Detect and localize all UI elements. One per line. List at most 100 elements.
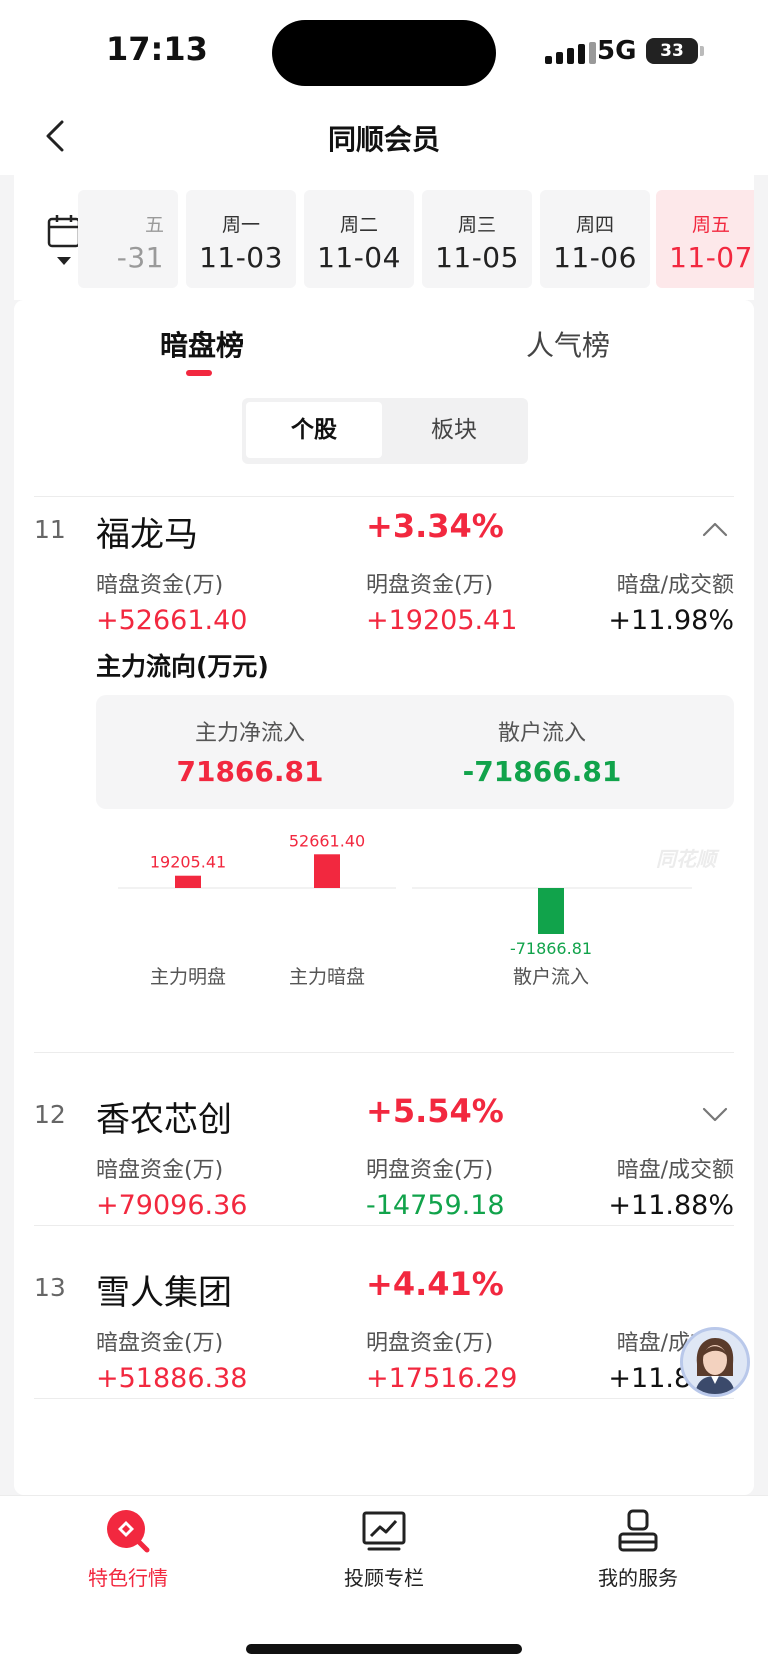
chart-column-icon bbox=[362, 1511, 406, 1551]
stock-name: 香农芯创 bbox=[96, 1100, 232, 1140]
date-item-1107[interactable]: 周五 11-07 bbox=[656, 190, 754, 288]
stock-rank: 12 bbox=[34, 1100, 66, 1129]
user-service-icon bbox=[618, 1509, 658, 1552]
main-net-label: 主力净流入 bbox=[194, 721, 305, 746]
divider bbox=[34, 1052, 734, 1053]
retail-inflow: 散户流入 -71866.81 bbox=[392, 715, 692, 788]
ranking-card: 暗盘榜 人气榜 个股 板块 11 福龙马 +3.34% 暗盘资金(万) 明盘资金… bbox=[14, 300, 754, 1495]
tab-label: 投顾专栏 bbox=[344, 1566, 424, 1590]
date-weekday: 五 bbox=[144, 214, 164, 236]
main-net-inflow: 主力净流入 71866.81 bbox=[100, 715, 400, 788]
tab-popularity[interactable]: 人气榜 bbox=[526, 324, 610, 364]
date-weekday: 周一 bbox=[221, 214, 260, 236]
stock-change: +3.34% bbox=[366, 507, 504, 545]
signal-icon bbox=[545, 42, 596, 64]
lit-pool-value: +19205.41 bbox=[366, 605, 518, 636]
date-item-1104[interactable]: 周二 11-04 bbox=[304, 190, 414, 288]
date-value: 11-03 bbox=[199, 241, 283, 274]
main-net-value: 71866.81 bbox=[176, 755, 324, 788]
date-value: 11-04 bbox=[317, 241, 401, 274]
stock-name: 雪人集团 bbox=[96, 1273, 232, 1313]
date-value: 11-07 bbox=[669, 241, 753, 274]
divider bbox=[34, 496, 734, 497]
special-market-icon bbox=[107, 1510, 150, 1553]
flow-chart-svg: 19205.41 主力明盘 52661.40 主力暗盘 -71866.81 散户流入 bbox=[118, 831, 692, 988]
dark-pool-value: +79096.36 bbox=[96, 1190, 248, 1221]
retail-value: -71866.81 bbox=[462, 755, 622, 788]
dark-pool-label: 暗盘资金(万) bbox=[96, 573, 224, 598]
stock-change: +4.41% bbox=[366, 1265, 504, 1303]
date-item-1105[interactable]: 周三 11-05 bbox=[422, 190, 532, 288]
date-item-1106[interactable]: 周四 11-06 bbox=[540, 190, 650, 288]
status-time: 17:13 bbox=[106, 30, 208, 68]
stock-rank: 13 bbox=[34, 1273, 66, 1302]
tab-dark-pool[interactable]: 暗盘榜 bbox=[160, 324, 244, 364]
dark-pool-value: +52661.40 bbox=[96, 605, 248, 636]
lit-pool-label: 明盘资金(万) bbox=[366, 573, 494, 598]
chart-category-label: 主力暗盘 bbox=[289, 966, 365, 988]
assistant-avatar-icon bbox=[695, 1338, 735, 1394]
tab-indicator bbox=[186, 370, 212, 376]
date-weekday: 周四 bbox=[575, 214, 614, 236]
retail-label: 散户流入 bbox=[497, 721, 586, 746]
ratio-label: 暗盘/成交额 bbox=[616, 573, 734, 598]
chart-category-label: 散户流入 bbox=[513, 966, 589, 988]
date-value: -31 bbox=[116, 241, 164, 274]
battery-icon: 33 bbox=[646, 38, 704, 64]
bottom-tab-bar: 特色行情 投顾专栏 我的服务 bbox=[0, 1495, 768, 1665]
tab-advisor-column[interactable]: 投顾专栏 bbox=[304, 1508, 464, 1591]
dark-pool-label: 暗盘资金(万) bbox=[96, 1158, 224, 1183]
date-selector: 五 -31 周一 11-03 周二 11-04 周三 11-05 周四 11-0… bbox=[14, 175, 754, 300]
tab-my-service[interactable]: 我的服务 bbox=[558, 1508, 718, 1591]
stock-rank: 11 bbox=[34, 515, 66, 544]
chart-watermark: 同花顺 bbox=[656, 847, 716, 871]
lit-pool-label: 明盘资金(万) bbox=[366, 1158, 494, 1183]
flow-title: 主力流向(万元) bbox=[96, 652, 269, 681]
ratio-value: +11.88% bbox=[608, 1190, 734, 1221]
network-label: 5G bbox=[597, 36, 637, 66]
assistant-avatar[interactable] bbox=[680, 1327, 750, 1397]
segment-sectors[interactable]: 板块 bbox=[386, 402, 522, 458]
dark-pool-label: 暗盘资金(万) bbox=[96, 1331, 224, 1356]
calendar-icon[interactable] bbox=[46, 213, 82, 273]
tab-label: 特色行情 bbox=[88, 1566, 168, 1590]
ratio-value: +11.98% bbox=[608, 605, 734, 636]
status-bar: 17:13 5G 33 bbox=[0, 0, 768, 100]
chevron-down-icon[interactable] bbox=[700, 1102, 730, 1126]
date-weekday: 周五 bbox=[691, 214, 730, 236]
nav-bar: 同顺会员 bbox=[0, 100, 768, 175]
tab-special-market[interactable]: 特色行情 bbox=[48, 1508, 208, 1591]
stock-name: 福龙马 bbox=[96, 515, 198, 555]
battery-level: 33 bbox=[660, 41, 684, 61]
segment-control: 个股 板块 bbox=[242, 398, 528, 464]
dark-pool-value: +51886.38 bbox=[96, 1363, 248, 1394]
date-weekday: 周二 bbox=[339, 214, 378, 236]
page-title: 同顺会员 bbox=[327, 123, 440, 156]
lit-pool-label: 明盘资金(万) bbox=[366, 1331, 494, 1356]
lit-pool-value: +17516.29 bbox=[366, 1363, 518, 1394]
chart-data-label: -71866.81 bbox=[510, 939, 592, 958]
lit-pool-value: -14759.18 bbox=[366, 1190, 505, 1221]
chart-bar bbox=[314, 854, 340, 888]
date-value: 11-06 bbox=[553, 241, 637, 274]
ratio-label: 暗盘/成交额 bbox=[616, 1158, 734, 1183]
divider bbox=[34, 1225, 734, 1226]
date-value: 11-05 bbox=[435, 241, 519, 274]
chart-bar bbox=[175, 875, 201, 888]
flow-chart: 同花顺 19205.41 主力明盘 52661.40 主力暗盘 -71866.81 散户流… bbox=[96, 825, 734, 1015]
chart-category-label: 主力明盘 bbox=[150, 966, 226, 988]
chevron-up-icon[interactable] bbox=[700, 517, 730, 541]
date-list: 五 -31 周一 11-03 周二 11-04 周三 11-05 周四 11-0… bbox=[78, 190, 754, 290]
ranking-tabs: 暗盘榜 人气榜 bbox=[14, 300, 754, 382]
chart-data-label: 52661.40 bbox=[289, 831, 365, 850]
chart-bar bbox=[538, 888, 564, 934]
segment-stocks[interactable]: 个股 bbox=[246, 402, 382, 458]
date-item-prev[interactable]: 五 -31 bbox=[78, 190, 178, 288]
dynamic-island bbox=[272, 20, 496, 86]
stock-change: +5.54% bbox=[366, 1092, 504, 1130]
chart-data-label: 19205.41 bbox=[150, 853, 226, 872]
tab-label: 我的服务 bbox=[598, 1566, 678, 1590]
flow-summary: 主力净流入 71866.81 散户流入 -71866.81 bbox=[96, 695, 734, 809]
date-item-1103[interactable]: 周一 11-03 bbox=[186, 190, 296, 288]
home-indicator bbox=[246, 1644, 522, 1654]
